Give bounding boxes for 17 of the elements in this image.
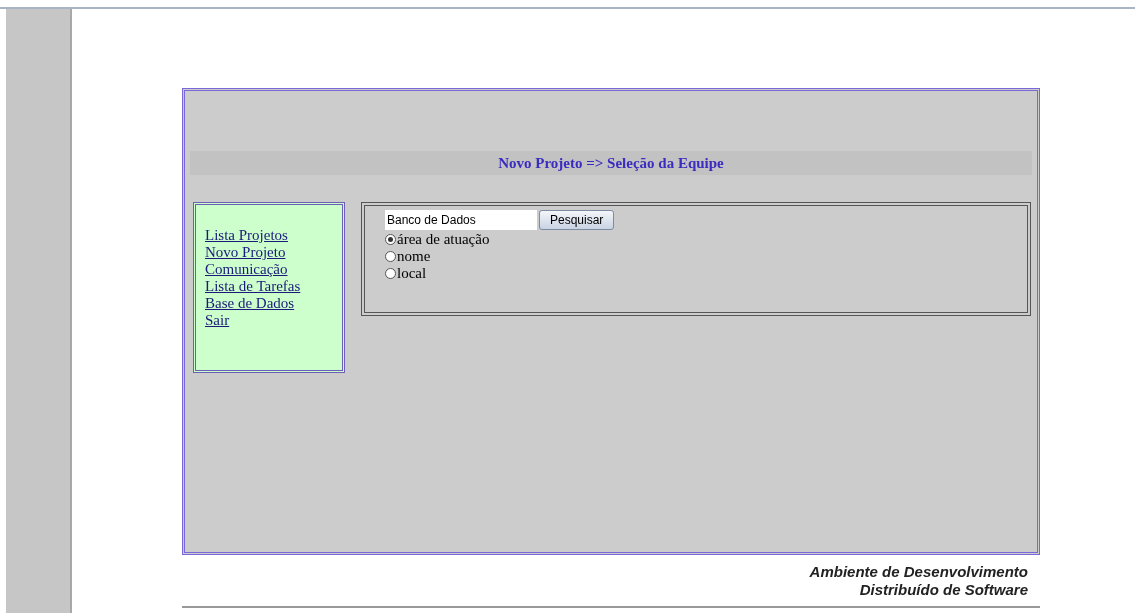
footer-text: Distribuído de Software bbox=[859, 581, 1028, 599]
nav-link[interactable]: Lista de Tarefas bbox=[205, 278, 301, 295]
search-button[interactable]: Pesquisar bbox=[539, 210, 615, 230]
nav-link[interactable]: Comunicação bbox=[205, 261, 288, 278]
search-field[interactable]: Banco de Dados bbox=[385, 210, 537, 230]
radio-label: área de atuação bbox=[397, 231, 490, 248]
nav-link[interactable]: Base de Dados bbox=[205, 295, 295, 312]
radio-button[interactable] bbox=[385, 268, 396, 279]
radio-button[interactable] bbox=[385, 234, 396, 245]
radio-label: nome bbox=[397, 248, 431, 265]
radio-button[interactable] bbox=[385, 251, 396, 262]
nav-link[interactable]: Lista Projetos bbox=[205, 227, 288, 244]
radio-label: local bbox=[397, 265, 427, 282]
nav-link[interactable]: Sair bbox=[205, 312, 230, 329]
page-title: Novo Projeto => Seleção da Equipe bbox=[498, 153, 724, 173]
nav-link[interactable]: Novo Projeto bbox=[205, 244, 286, 261]
footer-text: Ambiente de Desenvolvimento bbox=[809, 563, 1028, 581]
